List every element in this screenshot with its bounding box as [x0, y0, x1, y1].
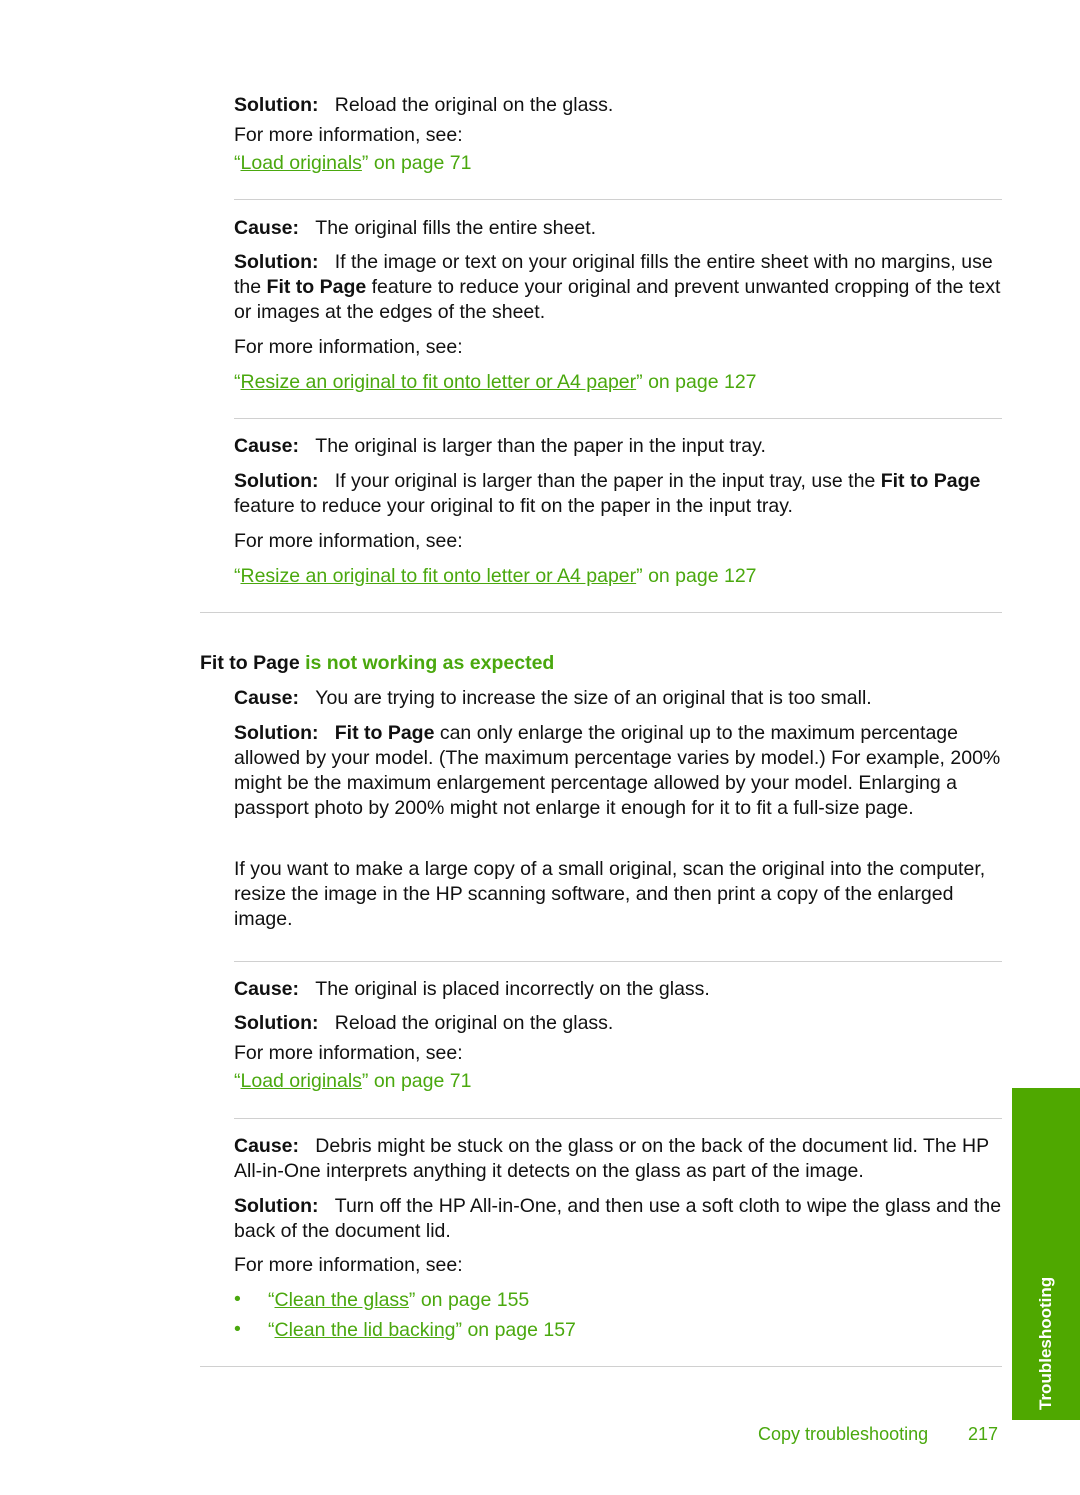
divider — [234, 199, 1002, 200]
more-info-label: For more information, see: — [234, 530, 463, 552]
xref-link[interactable]: “Clean the lid backing” on page 157 — [268, 1318, 1036, 1343]
solution: Solution: If the image or text on your o… — [234, 251, 1001, 323]
more-info-label: For more information, see: — [234, 124, 463, 146]
bullet: • — [234, 1318, 241, 1340]
cause: Cause: The original is larger than the p… — [234, 435, 766, 457]
solution: Solution: Turn off the HP All-in-One, an… — [234, 1195, 1002, 1242]
section-heading: Fit to Page is not working as expected — [200, 652, 555, 674]
more-info-label: For more information, see: — [234, 336, 463, 358]
chapter-tab-label: Troubleshooting — [1036, 1276, 1055, 1410]
cause: Cause: The original fills the entire she… — [234, 217, 597, 239]
cause: Cause: Debris might be stuck on the glas… — [234, 1135, 989, 1182]
cause: Cause: You are trying to increase the si… — [234, 687, 872, 709]
page-number: 217 — [968, 1424, 999, 1444]
solution: Solution: If your original is larger tha… — [234, 470, 981, 517]
paragraph: If you want to make a large copy of a sm… — [234, 858, 986, 930]
xref-link[interactable]: “Resize an original to fit onto letter o… — [234, 370, 1002, 395]
xref-link[interactable]: “Load originals” on page 71 — [234, 151, 1002, 176]
cause: Cause: The original is placed incorrectl… — [234, 978, 710, 1000]
xref-link[interactable]: “Clean the glass” on page 155 — [268, 1288, 1036, 1313]
divider — [234, 1118, 1002, 1119]
bullet: • — [234, 1288, 241, 1310]
solution: Solution: Reload the original on the gla… — [234, 94, 614, 116]
divider — [234, 418, 1002, 419]
divider — [234, 961, 1002, 962]
more-info-label: For more information, see: — [234, 1254, 463, 1276]
solution: Solution: Fit to Page can only enlarge t… — [234, 722, 1001, 819]
xref-link[interactable]: “Load originals” on page 71 — [234, 1069, 1002, 1094]
solution: Solution: Reload the original on the gla… — [234, 1012, 614, 1034]
divider — [200, 1366, 1002, 1367]
xref-link[interactable]: “Resize an original to fit onto letter o… — [234, 564, 1002, 589]
footer-section-name: Copy troubleshooting — [758, 1424, 929, 1444]
more-info-label: For more information, see: — [234, 1042, 463, 1064]
chapter-tab: Troubleshooting — [1012, 1088, 1080, 1420]
divider — [200, 612, 1002, 613]
